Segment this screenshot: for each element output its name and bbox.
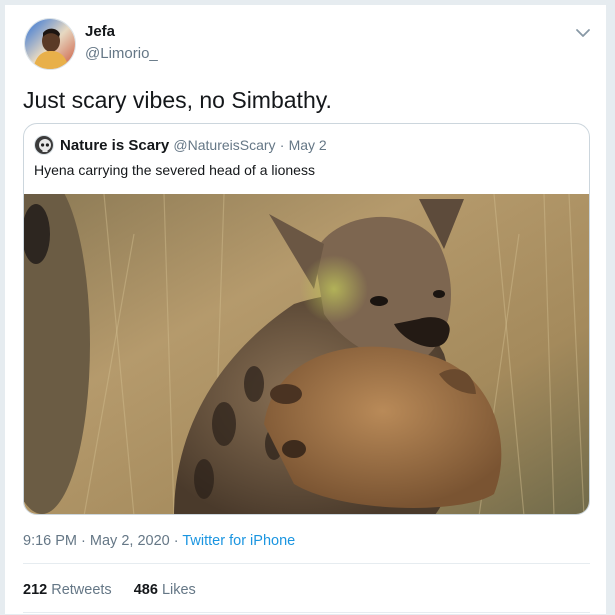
likes-label: Likes	[161, 582, 196, 598]
engagement-stats: 212 Retweets 486 Likes	[23, 582, 214, 598]
likes-count: 486	[133, 582, 158, 598]
quoted-separator: ·	[279, 137, 285, 153]
tweet-source-link[interactable]: Twitter for iPhone	[182, 533, 295, 549]
quoted-tweet-text: Hyena carrying the severed head of a lio…	[34, 162, 315, 178]
tweet-date[interactable]: May 2, 2020	[90, 533, 170, 549]
quoted-date: May 2	[288, 137, 327, 153]
tweet-metadata: 9:16 PM · May 2, 2020 · Twitter for iPho…	[23, 533, 295, 549]
avatar-image-icon	[25, 19, 75, 69]
tweet-card: Jefa @Limorio_ Just scary vibes, no Simb…	[4, 4, 607, 615]
meta-separator: ·	[81, 533, 86, 549]
user-handle[interactable]: @Limorio_	[85, 45, 158, 62]
meta-separator: ·	[173, 533, 179, 549]
retweets-count: 212	[23, 582, 48, 598]
quoted-user-avatar	[34, 135, 54, 155]
quoted-tweet-header: Nature is Scary @NatureisScary · May 2	[60, 137, 327, 154]
tweet-text: Just scary vibes, no Simbathy.	[23, 87, 332, 113]
user-display-name[interactable]: Jefa	[85, 23, 115, 40]
divider	[23, 612, 590, 613]
user-avatar[interactable]	[24, 18, 76, 70]
quoted-handle: @NatureisScary	[173, 137, 276, 153]
more-options-chevron-down-icon[interactable]	[573, 25, 593, 41]
tweet-time[interactable]: 9:16 PM	[23, 533, 77, 549]
quoted-tweet[interactable]: Nature is Scary @NatureisScary · May 2 H…	[23, 123, 590, 515]
retweets-stat[interactable]: 212 Retweets	[23, 582, 112, 598]
divider	[23, 563, 590, 564]
retweets-label: Retweets	[51, 582, 112, 598]
hyena-photo-image[interactable]	[24, 174, 589, 514]
skull-icon	[35, 136, 53, 154]
likes-stat[interactable]: 486 Likes	[134, 582, 196, 598]
quoted-display-name: Nature is Scary	[60, 137, 170, 154]
